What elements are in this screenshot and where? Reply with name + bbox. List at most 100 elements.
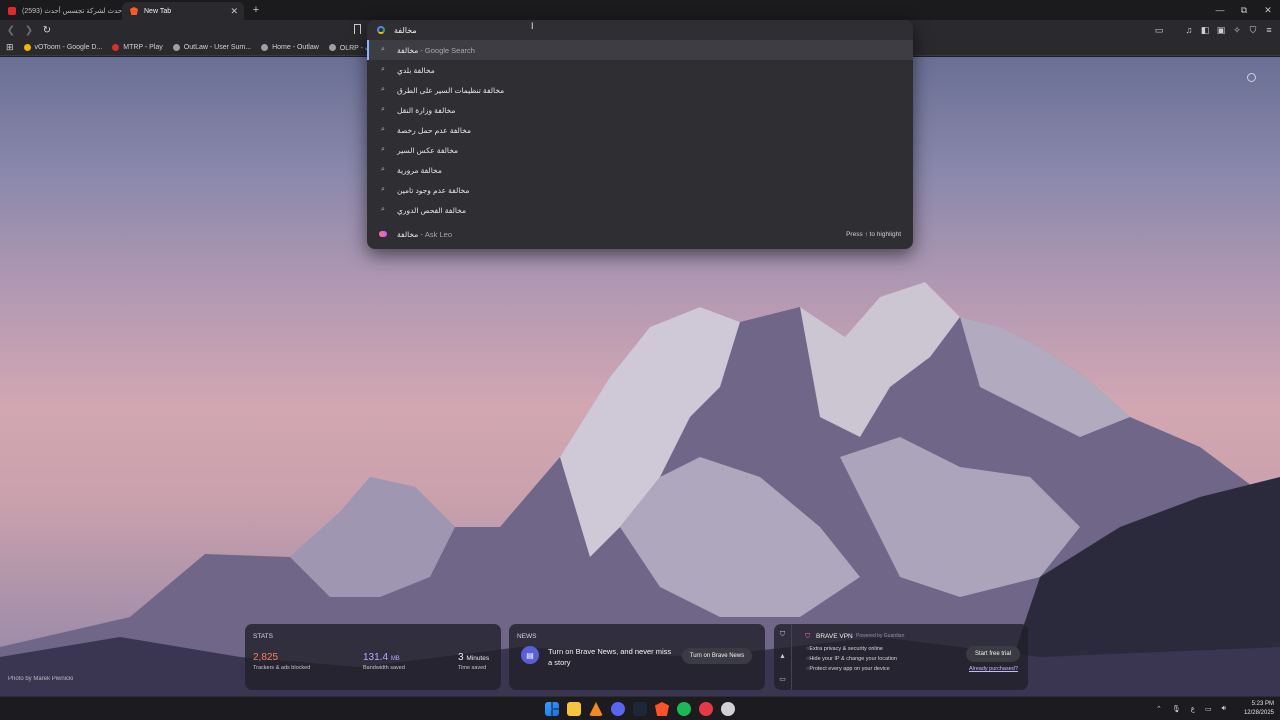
search-icon: ⌕ [381,66,385,73]
bandwidth-label: Bandwidth saved [363,665,405,671]
photo-credit[interactable]: Photo by Marek Piwnicki [8,676,73,682]
press-hint: Press ↑ to highlight [846,230,901,238]
shield-icon[interactable]: ⛉ [1246,25,1260,36]
news-widget: NEWS ▤ Turn on Brave News, and never mis… [509,624,765,690]
bookmark-item[interactable]: vOToom - Google D... [23,44,102,51]
turn-on-news-button[interactable]: Turn on Brave News [682,648,752,664]
suggestion-list: ⌕ مخالفة - Google Search ⌕ مخالفة بلدي ⌕ م… [367,40,913,244]
panel-icon[interactable]: ◧ [1198,25,1212,36]
wallet-icon[interactable]: ▣ [1214,25,1228,36]
suggestion-item[interactable]: ⌕ مخالفة عكس السير [367,140,913,160]
tab-strip: (2593) ماذا حدث لشركة تجسس أحدث ... New … [0,0,1280,20]
brave-taskbar-icon[interactable] [655,702,669,716]
bookmark-icon[interactable] [354,24,361,34]
close-tab-icon[interactable]: ✕ [230,6,238,17]
vpn-widget: ⛉ ▲ ▭ ⛉ BRAVE VPN Powered by Guardian Ex… [774,624,1028,690]
stats-title: STATS [253,633,273,640]
volume-icon[interactable]: 🔊︎ [1222,705,1226,713]
vpn-feature: Extra privacy & security online [806,646,883,652]
suggestion-item[interactable]: ⌕ مخالفة بلدي [367,60,913,80]
vpn-powered-by: Powered by Guardian [856,633,905,639]
suggestion-item[interactable]: ⌕ مخالفة عدم وجود تامين [367,180,913,200]
suggestion-text: مخالفة عدم حمل رخصة [397,125,471,135]
address-input[interactable]: مخالفة [394,26,417,35]
restore-icon[interactable]: ⧉ [1232,0,1256,20]
discord-icon[interactable] [611,702,625,716]
back-icon[interactable]: ❮ [4,25,18,36]
suggestion-suffix: - Google Search [418,45,475,55]
file-explorer-icon[interactable] [567,702,581,716]
vpn-feature: Hide your IP & change your location [806,656,897,662]
google-icon [377,26,385,34]
search-icon: ⌕ [381,206,385,213]
clock[interactable]: 5:23 PM 12/28/2025 [1244,700,1274,718]
tab-youtube[interactable]: (2593) ماذا حدث لشركة تجسس أحدث ... [0,2,122,20]
text-cursor-icon: I [531,21,534,31]
microphone-icon[interactable]: 🎙︎ [1172,705,1181,713]
app-icon[interactable] [721,702,735,716]
leo-suffix: - Ask Leo [418,229,453,239]
suggestion-item[interactable]: ⌕ مخالفة وزارة النقل [367,100,913,120]
reload-icon[interactable]: ↻ [40,25,54,36]
app-icon[interactable] [699,702,713,716]
alert-tab-icon[interactable]: ▲ [779,653,786,660]
toolbar-right: ▭ ♫ ◧ ▣ ✧ ⛉ ≡ [1152,20,1276,40]
mtrp-icon [112,44,120,51]
youtube-icon [8,7,16,15]
widget-switcher: ⛉ ▲ ▭ [774,624,792,690]
ask-leo-item[interactable]: مخالفة - Ask Leo Press ↑ to highlight [367,224,913,244]
steam-icon[interactable] [633,702,647,716]
leo-icon [379,231,387,237]
bandwidth-value: 131.4 [363,652,389,663]
apps-grid-icon[interactable]: ⊞ [6,42,14,53]
spotify-icon[interactable] [677,702,691,716]
omnibox-dropdown: مخالفة ⌕ مخالفة - Google Search ⌕ مخالفة … [367,20,913,249]
vpn-tab-icon[interactable]: ⛉ [780,631,785,639]
suggestion-item[interactable]: ⌕ مخالفة تنظيمات السير على الطرق [367,80,913,100]
network-icon[interactable]: ▭ [1205,705,1212,713]
rewards-tab-icon[interactable]: ▭ [779,675,786,683]
tab-title: (2593) ماذا حدث لشركة تجسس أحدث ... [22,8,122,15]
suggestion-item[interactable]: ⌕ مخالفة - Google Search [367,40,913,60]
search-icon: ⌕ [381,86,385,93]
already-purchased-link[interactable]: Already purchased? [969,666,1018,672]
vpn-title: BRAVE VPN [816,633,853,640]
chevron-up-icon[interactable]: ⌃ [1156,705,1162,713]
outlaw-icon [172,44,180,51]
customize-gear-icon[interactable] [1247,73,1256,82]
app-icon[interactable] [589,702,603,716]
menu-icon[interactable]: ≡ [1262,25,1276,35]
forward-icon[interactable]: ❯ [22,25,36,36]
leo-icon[interactable]: ✧ [1230,25,1244,36]
brave-news-icon: ▤ [521,646,539,664]
windows-start-icon[interactable] [545,702,559,716]
time-unit: Minutes [466,655,490,662]
start-free-trial-button[interactable]: Start free trial [966,646,1020,662]
sidebar-icon[interactable]: ▭ [1152,25,1166,36]
close-window-icon[interactable]: ✕ [1256,0,1280,20]
clock-time: 5:23 PM [1251,701,1274,707]
suggestion-item[interactable]: ⌕ مخالفة عدم حمل رخصة [367,120,913,140]
suggestion-text: مخالفة بلدي [397,65,435,75]
new-tab-button[interactable]: + [248,4,264,16]
bookmark-item[interactable]: OutLaw - User Sum... [172,44,251,51]
bookmark-item[interactable]: MTRP - Play [112,44,163,51]
tab-new-tab[interactable]: New Tab ✕ [122,2,244,20]
trackers-value: 2,825 [253,652,279,663]
news-title: NEWS [517,633,537,640]
stats-widget: STATS 2,825 Trackers & ads blocked 131.4… [245,624,501,690]
address-bar[interactable]: مخالفة [367,20,913,40]
language-indicator[interactable]: ع [1191,705,1195,713]
suggestion-item[interactable]: ⌕ مخالفة مرورية [367,160,913,180]
search-icon: ⌕ [381,186,385,193]
bookmark-item[interactable]: Home - Outlaw [261,44,319,51]
search-icon: ⌕ [381,146,385,153]
time-stat: 3 Minutes Time saved [458,652,489,671]
suggestion-text: مخالفة عكس السير [397,145,459,155]
suggestion-text: مخالفة الفحص الدوري [397,205,467,215]
suggestion-item[interactable]: ⌕ مخالفة الفحص الدوري [367,200,913,220]
system-tray: ⌃ 🎙︎ ع ▭ 🔊︎ [1156,697,1226,720]
media-icon[interactable]: ♫ [1182,25,1196,35]
window-controls: — ⧉ ✕ [1208,0,1280,20]
minimize-icon[interactable]: — [1208,0,1232,20]
